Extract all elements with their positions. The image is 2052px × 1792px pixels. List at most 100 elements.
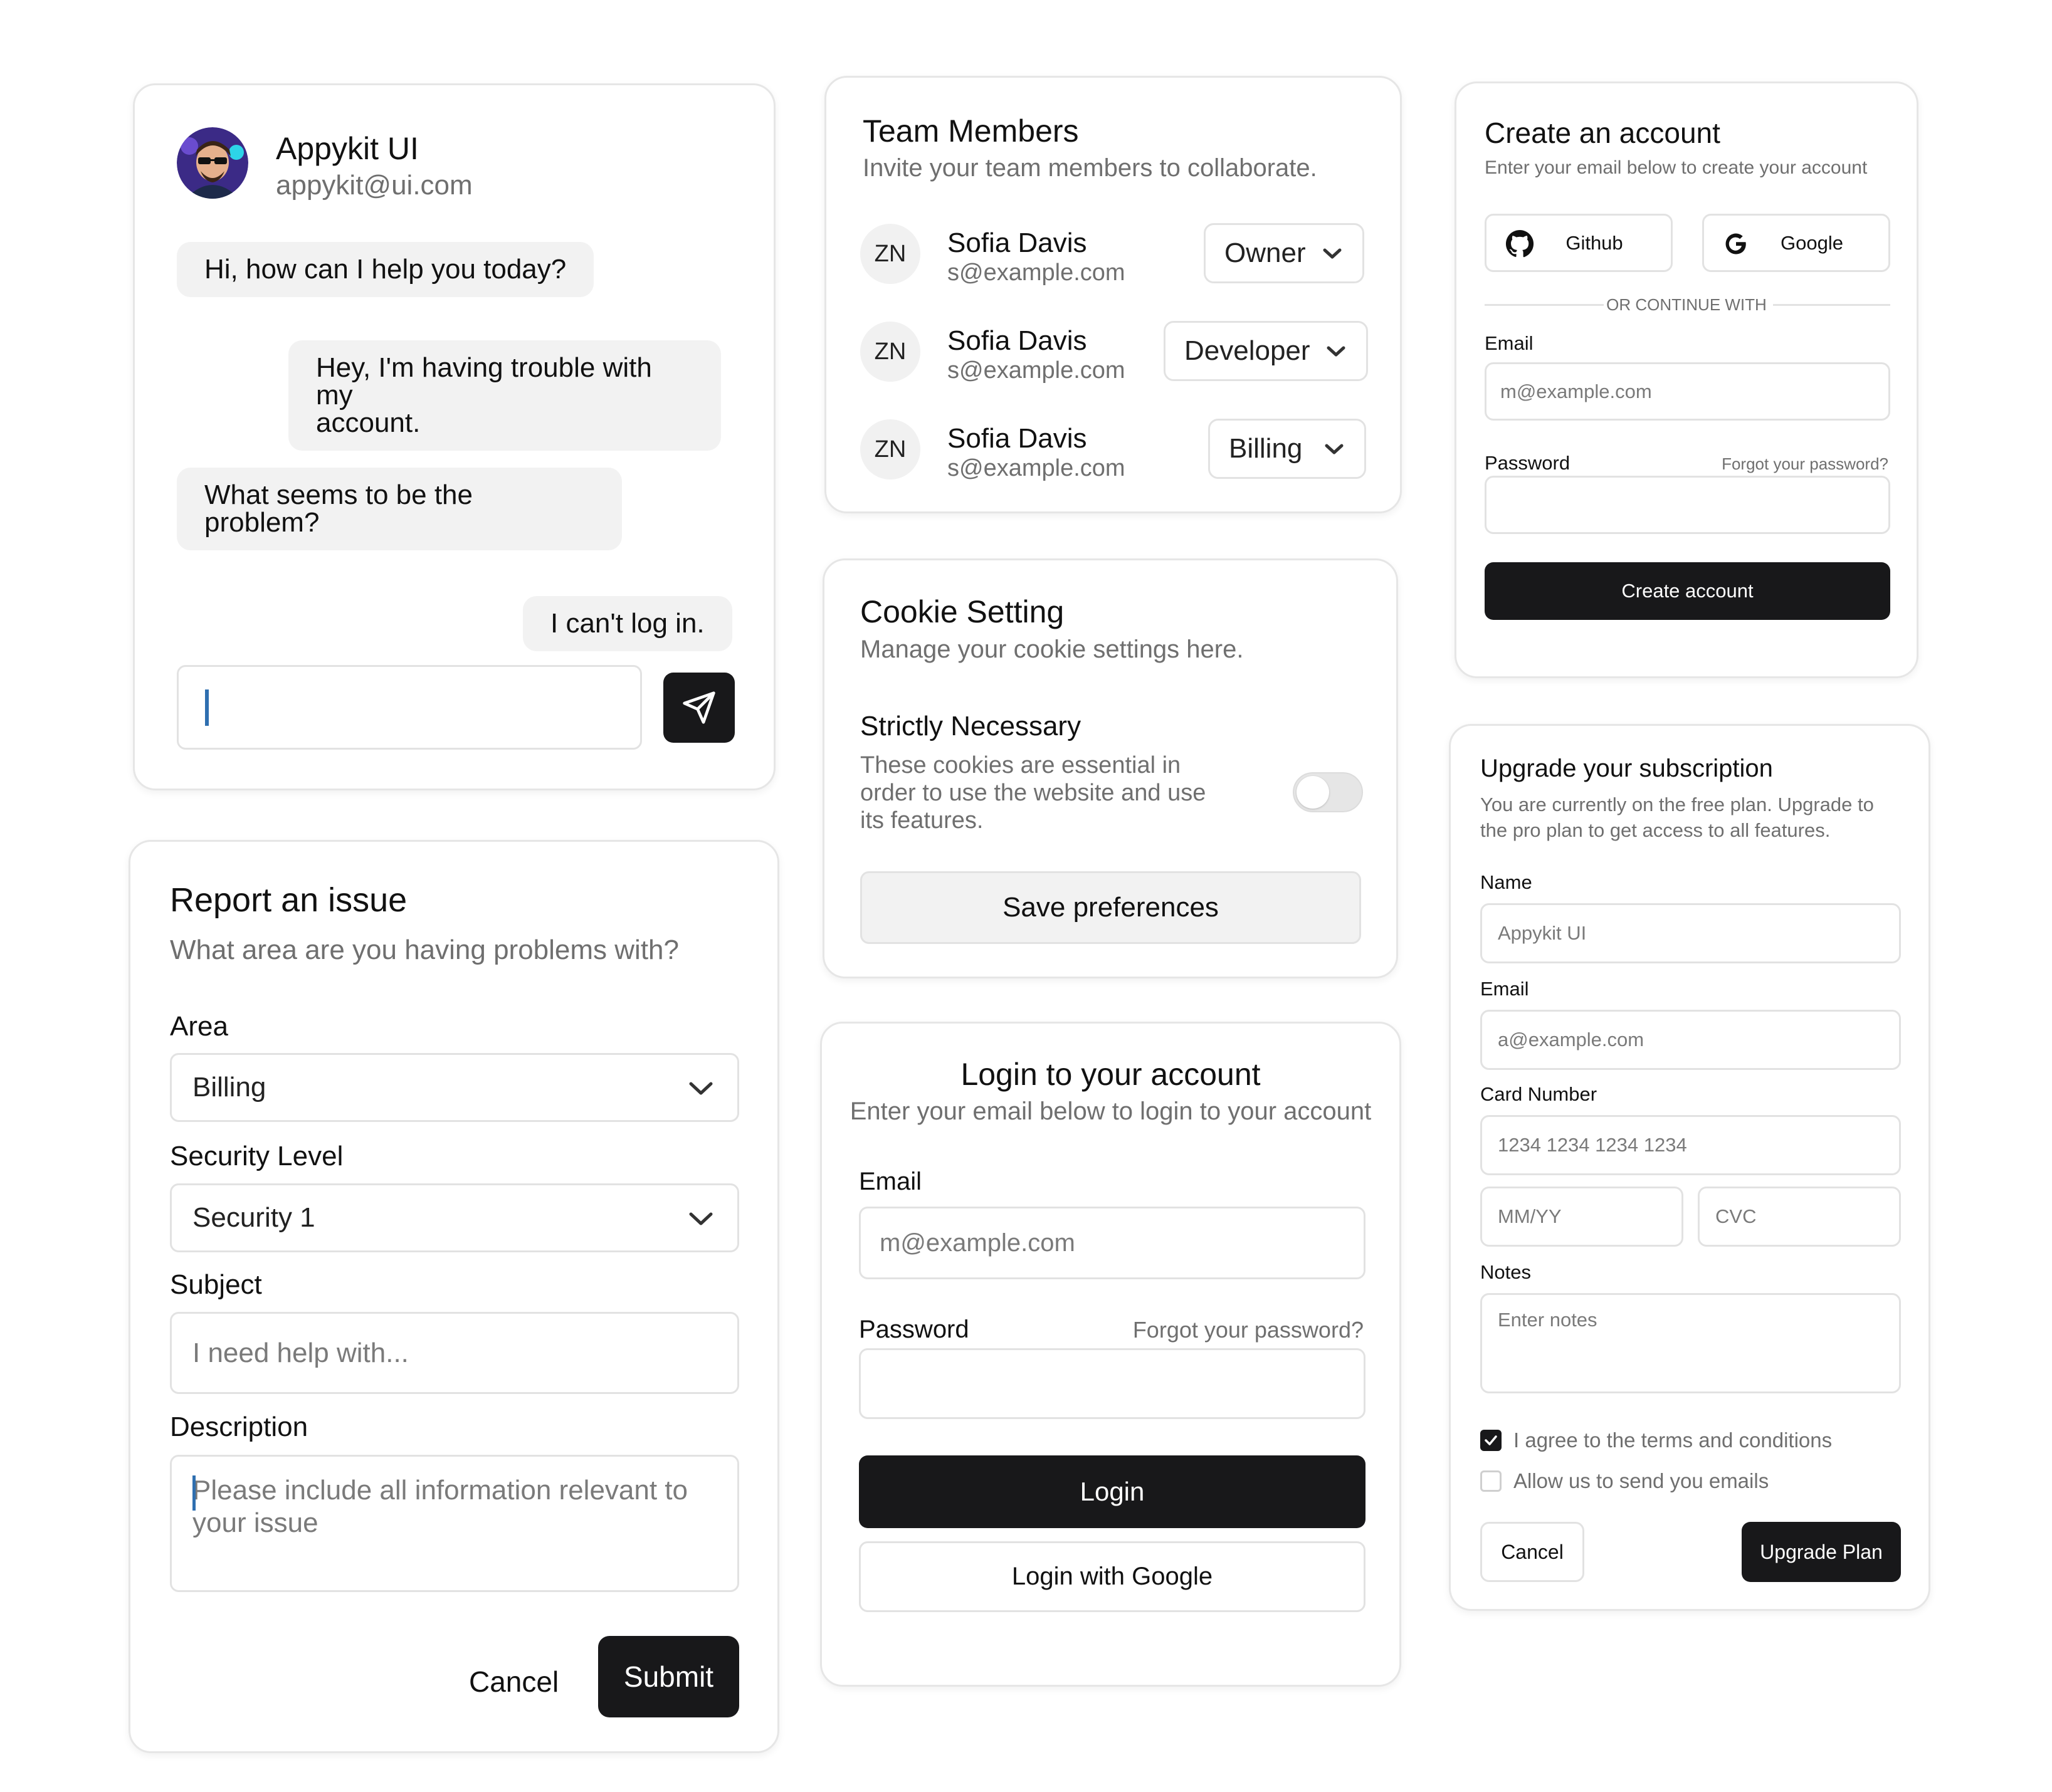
description-line: order to use the website and use	[860, 780, 1206, 806]
description-line: These cookies are essential in	[860, 752, 1181, 778]
member-role-select[interactable]: Developer	[1164, 321, 1368, 381]
member-email: s@example.com	[947, 455, 1125, 481]
area-select[interactable]: Billing	[170, 1053, 739, 1122]
member-email: s@example.com	[947, 259, 1125, 286]
email-input[interactable]: a@example.com	[1480, 1010, 1901, 1070]
email-input[interactable]: m@example.com	[859, 1207, 1365, 1279]
security-level-select[interactable]: Security 1	[170, 1183, 739, 1252]
chat-message-text: Hi, how can I help you today?	[204, 254, 567, 285]
card-number-input[interactable]: 1234 1234 1234 1234	[1480, 1115, 1901, 1175]
send-button[interactable]	[663, 673, 735, 743]
description-placeholder-line: your issue	[192, 1507, 318, 1538]
github-button[interactable]: Github	[1485, 214, 1673, 272]
description-line: You are currently on the free plan. Upgr…	[1480, 794, 1874, 815]
member-avatar: ZN	[860, 419, 920, 479]
subject-input[interactable]: I need help with...	[170, 1312, 739, 1394]
security-level-label: Security Level	[170, 1141, 344, 1171]
terms-label: I agree to the terms and conditions	[1513, 1428, 1833, 1452]
cancel-button[interactable]: Cancel	[469, 1665, 559, 1699]
member-role-select[interactable]: Billing	[1208, 419, 1366, 479]
upgrade-plan-button[interactable]: Upgrade Plan	[1742, 1522, 1901, 1582]
description-placeholder-line: Please include all information relevant …	[192, 1475, 688, 1506]
password-input[interactable]	[1485, 476, 1890, 534]
name-label: Name	[1480, 871, 1532, 893]
login-card: Login to your account Enter your email b…	[820, 1022, 1401, 1687]
chat-message-line: account.	[316, 407, 421, 438]
card-number-placeholder: 1234 1234 1234 1234	[1498, 1134, 1687, 1156]
divider-line-right	[1773, 304, 1890, 306]
save-preferences-button[interactable]: Save preferences	[860, 871, 1361, 944]
chat-card: Appykit UI appykit@ui.com Hi, how can I …	[133, 83, 776, 790]
checkbox-checked-icon	[1485, 1435, 1497, 1445]
cancel-button[interactable]: Cancel	[1480, 1522, 1584, 1582]
member-role-select[interactable]: Owner	[1204, 223, 1364, 283]
emails-label: Allow us to send you emails	[1513, 1469, 1769, 1492]
report-issue-card: Report an issue What area are you having…	[129, 840, 779, 1753]
chat-contact-name: Appykit UI	[276, 131, 419, 166]
name-input[interactable]: Appykit UI	[1480, 903, 1901, 963]
forgot-password-link[interactable]: Forgot your password?	[1722, 454, 1888, 474]
upgrade-title: Upgrade your subscription	[1480, 755, 1773, 782]
member-name: Sofia Davis	[947, 423, 1087, 454]
member-name: Sofia Davis	[947, 228, 1087, 258]
toggle-knob	[1297, 776, 1329, 809]
member-role-value: Billing	[1229, 433, 1303, 464]
chat-message-user: I can't log in.	[523, 596, 732, 651]
email-input[interactable]: m@example.com	[1485, 362, 1890, 421]
submit-button[interactable]: Submit	[598, 1636, 739, 1717]
notes-label: Notes	[1480, 1261, 1531, 1283]
team-title: Team Members	[863, 113, 1079, 149]
chevron-down-icon	[689, 1212, 713, 1225]
strictly-necessary-title: Strictly Necessary	[860, 711, 1081, 741]
avatar	[177, 127, 248, 199]
cvc-input[interactable]: CVC	[1698, 1187, 1901, 1247]
chat-message-agent: Hi, how can I help you today?	[177, 242, 594, 297]
chat-message-line: What seems to be the	[204, 479, 473, 510]
subject-label: Subject	[170, 1269, 262, 1300]
cookie-title: Cookie Setting	[860, 594, 1065, 629]
create-subtitle: Enter your email below to create your ac…	[1485, 157, 1868, 178]
create-account-button[interactable]: Create account	[1485, 562, 1890, 620]
card-number-label: Card Number	[1480, 1083, 1597, 1105]
email-label: Email	[859, 1168, 922, 1195]
chat-message-agent: What seems to be the problem?	[177, 468, 622, 550]
description-line: the pro plan to get access to all featur…	[1480, 819, 1831, 841]
cookie-subtitle: Manage your cookie settings here.	[860, 636, 1244, 663]
email-placeholder: a@example.com	[1498, 1029, 1644, 1051]
password-input[interactable]	[859, 1348, 1365, 1419]
login-with-google-button[interactable]: Login with Google	[859, 1541, 1365, 1612]
member-avatar: ZN	[860, 224, 920, 284]
report-title: Report an issue	[170, 881, 408, 919]
chat-message-input[interactable]	[177, 665, 642, 750]
login-button[interactable]: Login	[859, 1455, 1365, 1528]
description-textarea[interactable]: Please include all information relevant …	[170, 1455, 739, 1592]
member-role-value: Developer	[1184, 335, 1310, 366]
notes-placeholder: Enter notes	[1498, 1309, 1597, 1331]
create-account-card: Create an account Enter your email below…	[1455, 81, 1918, 678]
chat-message-user: Hey, I'm having trouble with my account.	[288, 340, 721, 451]
area-label: Area	[170, 1011, 228, 1042]
emails-checkbox[interactable]	[1480, 1470, 1502, 1492]
description-line: its features.	[860, 807, 984, 834]
terms-checkbox[interactable]	[1480, 1430, 1502, 1451]
chat-message-line: Hey, I'm having trouble with my	[316, 352, 652, 411]
chat-message-text: I can't log in.	[550, 608, 705, 639]
team-members-card: Team Members Invite your team members to…	[824, 76, 1402, 513]
text-caret	[192, 1475, 196, 1511]
password-label: Password	[859, 1316, 969, 1343]
upgrade-subscription-card: Upgrade your subscription You are curren…	[1449, 724, 1930, 1611]
google-button[interactable]: Google	[1702, 214, 1890, 272]
notes-textarea[interactable]: Enter notes	[1480, 1293, 1901, 1393]
chevron-down-icon	[689, 1082, 713, 1095]
strictly-necessary-toggle[interactable]	[1293, 772, 1363, 812]
email-label: Email	[1485, 332, 1534, 354]
member-name: Sofia Davis	[947, 325, 1087, 356]
security-level-value: Security 1	[192, 1202, 315, 1233]
google-label: Google	[1781, 231, 1843, 254]
github-icon	[1505, 229, 1534, 258]
chevron-down-icon	[1327, 346, 1345, 357]
forgot-password-link[interactable]: Forgot your password?	[1133, 1317, 1364, 1343]
expiry-input[interactable]: MM/YY	[1480, 1187, 1683, 1247]
chevron-down-icon	[1323, 248, 1342, 259]
area-value: Billing	[192, 1072, 266, 1103]
